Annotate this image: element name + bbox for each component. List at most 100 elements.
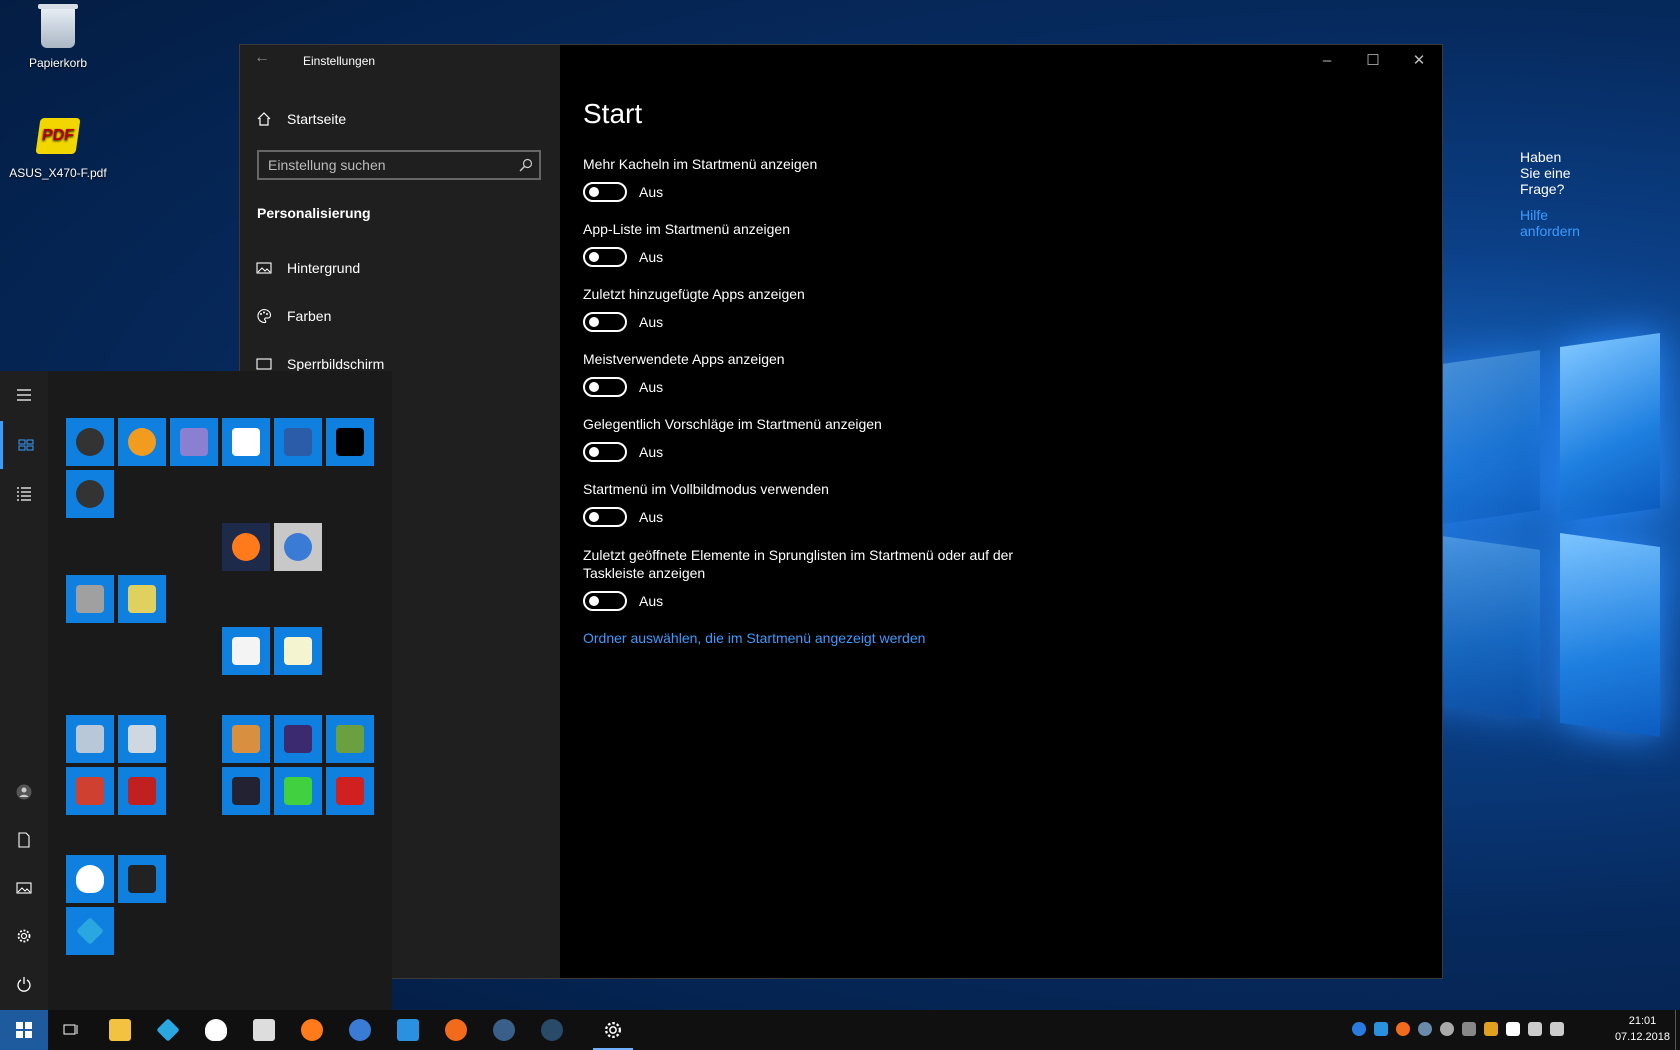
toggle-switch[interactable] [583, 507, 627, 527]
network-tool-button[interactable] [384, 1010, 432, 1050]
desktop-icon-label: ASUS_X470-F.pdf [9, 166, 107, 180]
option-label: Mehr Kacheln im Startmenü anzeigen [583, 156, 818, 172]
alien-app-button[interactable] [192, 1010, 240, 1050]
tray-network-tool-icon[interactable] [1374, 1022, 1388, 1036]
maximize-button[interactable]: ☐ [1350, 45, 1396, 77]
filezilla-tile[interactable] [118, 767, 166, 815]
writer-tile[interactable] [222, 627, 270, 675]
all-apps-icon [17, 487, 31, 501]
cpu-app-tile[interactable] [274, 715, 322, 763]
headset-app-tile[interactable] [66, 418, 114, 466]
tray-network-icon[interactable] [1528, 1022, 1542, 1036]
tray-grid-icon[interactable] [1484, 1022, 1498, 1036]
desktop-icon-recycle-bin[interactable]: Papierkorb [8, 4, 108, 70]
tray-headset-icon[interactable] [1440, 1022, 1454, 1036]
nav-label: Farben [287, 308, 332, 324]
bar-app-tile[interactable] [222, 767, 270, 815]
minimize-button[interactable]: – [1304, 45, 1350, 77]
get-help-link[interactable]: Hilfe anfordern [1520, 207, 1580, 239]
clapper-app-button[interactable] [240, 1010, 288, 1050]
tools-app-tile[interactable] [118, 715, 166, 763]
steam-icon [493, 1019, 515, 1041]
settings-button[interactable] [0, 912, 48, 960]
settings-taskbar-button[interactable] [589, 1010, 637, 1050]
task-view-button[interactable] [48, 1010, 96, 1050]
option-label: Zuletzt geöffnete Elemente in Sprunglist… [583, 547, 1014, 581]
tray-keyboard-icon[interactable] [1462, 1022, 1476, 1036]
network-app-tile[interactable] [118, 575, 166, 623]
file-explorer-button[interactable] [96, 1010, 144, 1050]
toggle-switch[interactable] [583, 591, 627, 611]
option-most-used: Meistverwendete Apps anzeigen Aus [583, 350, 1043, 397]
option-label: Meistverwendete Apps anzeigen [583, 351, 785, 367]
menu-icon [17, 389, 31, 401]
nav-background[interactable]: Hintergrund [256, 260, 360, 276]
nav-home-label: Startseite [287, 111, 347, 127]
pictures-button[interactable] [0, 864, 48, 912]
nav-home[interactable]: Startseite [256, 111, 346, 127]
headset-app-2-tile[interactable] [66, 470, 114, 518]
hamburger-menu-button[interactable] [0, 371, 48, 419]
headset-app-button[interactable] [528, 1010, 576, 1050]
close-button[interactable]: ✕ [1396, 45, 1442, 77]
power-icon [17, 977, 31, 992]
tray-steam-icon[interactable] [1418, 1022, 1432, 1036]
start-menu [0, 371, 392, 1010]
lock-app-tile[interactable] [66, 575, 114, 623]
firefox-tile[interactable] [222, 523, 270, 571]
back-arrow-icon[interactable]: ← [254, 49, 270, 67]
nav-lockscreen[interactable]: Sperrbildschirm [256, 356, 384, 372]
search-icon[interactable] [519, 158, 533, 172]
toggle-switch[interactable] [583, 377, 627, 397]
toggle-switch[interactable] [583, 442, 627, 462]
7zip-tile[interactable] [222, 418, 270, 466]
paint-app-tile[interactable] [222, 715, 270, 763]
flash-app-tile[interactable] [326, 767, 374, 815]
kodi-tile[interactable] [66, 907, 114, 955]
steam-button[interactable] [480, 1010, 528, 1050]
cleaner-app-tile[interactable] [66, 767, 114, 815]
cmd-tile[interactable] [326, 418, 374, 466]
tray-orb-icon[interactable] [1352, 1022, 1366, 1036]
tray-shield-icon[interactable] [1506, 1022, 1520, 1036]
2048-app-tile[interactable] [274, 767, 322, 815]
origin-button[interactable] [432, 1010, 480, 1050]
show-desktop-button[interactable] [1675, 1010, 1680, 1050]
all-apps-button[interactable] [0, 469, 48, 517]
tray-volume-icon[interactable] [1550, 1022, 1564, 1036]
tray-origin-icon[interactable] [1396, 1022, 1410, 1036]
thunderbird-tile[interactable] [274, 523, 322, 571]
desktop-icon-pdf[interactable]: PDF ASUS_X470-F.pdf [8, 114, 108, 180]
documents-button[interactable] [0, 816, 48, 864]
settings-window: ← Einstellungen Startseite Personalisier… [239, 44, 1580, 979]
clock-date: 07.12.2018 [1614, 1031, 1670, 1043]
firefox-button[interactable] [288, 1010, 336, 1050]
gpu-app-tile[interactable] [326, 715, 374, 763]
powershell-tile[interactable] [274, 418, 322, 466]
toggle-switch[interactable] [583, 182, 627, 202]
toggle-state: Aus [639, 444, 664, 460]
clock[interactable]: 21:01 07.12.2018 [1615, 1013, 1670, 1045]
x-app-tile[interactable] [118, 418, 166, 466]
settings-icon [605, 1022, 621, 1038]
kodi-icon [156, 1018, 180, 1042]
power-button[interactable] [0, 960, 48, 1008]
nav-label: Sperrbildschirm [287, 356, 385, 372]
toggle-switch[interactable] [583, 312, 627, 332]
toggle-state: Aus [639, 249, 664, 265]
ghost-app-tile[interactable] [170, 418, 218, 466]
nav-colors[interactable]: Farben [256, 308, 331, 324]
start-button[interactable] [0, 1010, 48, 1050]
user-button[interactable] [0, 768, 48, 816]
clapper-app-tile[interactable] [118, 855, 166, 903]
thunderbird-button[interactable] [336, 1010, 384, 1050]
toggle-switch[interactable] [583, 247, 627, 267]
kodi-button[interactable] [144, 1010, 192, 1050]
search-input[interactable] [259, 152, 517, 178]
choose-folders-link[interactable]: Ordner auswählen, die im Startmenü angez… [583, 630, 1103, 646]
toggle-state: Aus [639, 379, 664, 395]
tiles-view-button[interactable] [0, 421, 48, 469]
alien-app-tile[interactable] [66, 855, 114, 903]
folder-app-tile[interactable] [66, 715, 114, 763]
notepad-tile[interactable] [274, 627, 322, 675]
